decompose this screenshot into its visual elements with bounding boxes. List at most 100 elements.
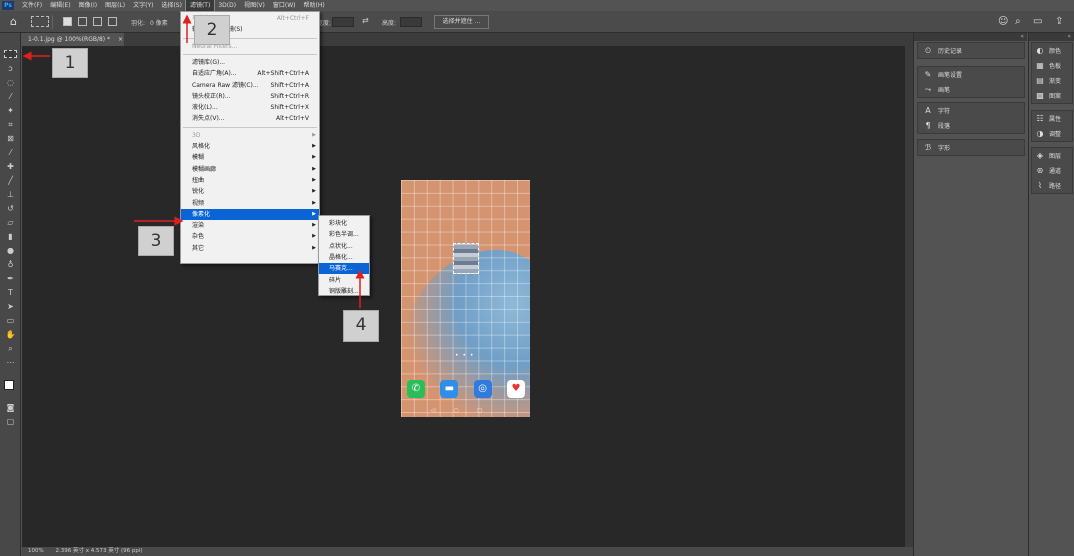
workspace-icon[interactable]: ▭ <box>1033 16 1042 27</box>
polygon-tool-icon[interactable]: ◌ <box>4 78 17 88</box>
gradient-tool-icon[interactable]: ▮ <box>4 232 17 242</box>
filter-menu-item[interactable]: 镜头校正(R)... Shift+Ctrl+R <box>181 91 319 102</box>
search-icon[interactable]: ⌕ <box>1015 16 1021 27</box>
foreground-color-swatch[interactable] <box>4 380 14 390</box>
pixelate-submenu-item[interactable]: 点状化... <box>319 241 369 252</box>
panel-item[interactable]: ▤ 渐变 <box>1032 73 1072 88</box>
edit-toolbar-icon[interactable]: ⋯ <box>4 358 17 368</box>
quick-mask-icon[interactable]: ◙ <box>4 403 17 413</box>
dodge-tool-icon[interactable]: ♁ <box>4 260 17 270</box>
panel-item[interactable]: ✎ 画笔设置 <box>918 67 1024 82</box>
panel-collapse-right-icon[interactable]: « <box>1029 33 1074 41</box>
rectangular-marquee-tool-icon[interactable] <box>4 50 17 58</box>
panel-item[interactable]: ⤳ 画笔 <box>918 82 1024 97</box>
lasso-tool-icon[interactable]: ↄ <box>4 64 17 74</box>
menu-item[interactable]: 图像(I) <box>75 0 101 11</box>
document-image[interactable]: • • • ✆ ▬ ◎ ♥ ◁○▢ <box>401 180 530 417</box>
crop-tool-icon[interactable]: ⌗ <box>4 120 17 130</box>
pixelate-submenu-item[interactable]: 马赛克... <box>319 263 369 275</box>
panel-item[interactable]: ⌇ 路径 <box>1032 178 1072 193</box>
blur-tool-icon[interactable]: ● <box>4 246 17 256</box>
pen-tool-icon[interactable]: ✒ <box>4 274 17 284</box>
zoom-tool-icon[interactable]: ⌕ <box>4 344 17 354</box>
filter-menu-item[interactable]: 视频 ▶ <box>181 198 319 209</box>
user-icon[interactable]: ☺ <box>998 16 1008 27</box>
callout-3: 3 <box>138 226 174 256</box>
intersect-selection-icon[interactable] <box>108 17 117 26</box>
filter-menu-item[interactable]: 液化(L)... Shift+Ctrl+X <box>181 102 319 113</box>
subtract-selection-icon[interactable] <box>93 17 102 26</box>
hand-tool-icon[interactable]: ✋ <box>4 330 17 340</box>
new-selection-icon[interactable] <box>63 17 72 26</box>
filter-menu-item[interactable]: 杂色 ▶ <box>181 231 319 242</box>
menu-item[interactable]: 图层(L) <box>101 0 129 11</box>
pixelate-submenu-item[interactable]: 彩块化 <box>319 218 369 229</box>
filter-menu-item[interactable]: 像素化 ▶ <box>181 208 319 221</box>
filter-menu-item[interactable]: 锐化 ▶ <box>181 186 319 197</box>
close-tab-icon[interactable]: × <box>118 36 123 43</box>
marquee-tool-preset-icon[interactable] <box>31 16 49 27</box>
menu-item[interactable]: 3D(D) <box>214 0 240 11</box>
panel-item[interactable]: ◈ 图层 <box>1032 148 1072 163</box>
menu-item[interactable]: 帮助(H) <box>300 0 329 11</box>
type-tool-icon[interactable]: T <box>4 288 17 298</box>
magic-wand-tool-icon[interactable]: ✦ <box>4 106 17 116</box>
panel-item[interactable]: ◑ 调整 <box>1032 126 1072 141</box>
share-icon[interactable]: ⇪ <box>1055 16 1063 27</box>
panel-item[interactable]: ¶ 段落 <box>918 118 1024 133</box>
clone-stamp-tool-icon[interactable]: ⊥ <box>4 190 17 200</box>
status-zoom[interactable]: 100% <box>28 548 44 554</box>
screen-mode-icon[interactable]: ▢ <box>4 417 17 427</box>
filter-menu-item[interactable]: 模糊 ▶ <box>181 152 319 163</box>
pixelate-submenu-item[interactable]: 铜版雕刻... <box>319 286 369 297</box>
eraser-tool-icon[interactable]: ▱ <box>4 218 17 228</box>
menu-item[interactable]: 视图(V) <box>240 0 269 11</box>
healing-brush-tool-icon[interactable]: ✚ <box>4 162 17 172</box>
vertical-scrollbar[interactable] <box>905 46 913 547</box>
rectangle-tool-icon[interactable]: ▭ <box>4 316 17 326</box>
panel-item[interactable]: ☷ 属性 <box>1032 111 1072 126</box>
home-icon[interactable]: ⌂ <box>10 16 22 27</box>
filter-menu-item[interactable]: 自适应广角(A)... Alt+Shift+Ctrl+A <box>181 68 319 79</box>
menu-item[interactable]: 文字(Y) <box>129 0 157 11</box>
feather-label: 羽化: <box>131 20 146 27</box>
pixelate-submenu-item[interactable]: 彩色半调... <box>319 229 369 240</box>
document-tab[interactable]: 1-0.1.jpg @ 100%(RGB/8) * × <box>22 33 124 46</box>
panel-item[interactable]: A 字符 <box>918 103 1024 118</box>
quick-selection-tool-icon[interactable]: ⁄ <box>4 92 17 102</box>
path-selection-tool-icon[interactable]: ➤ <box>4 302 17 312</box>
menu-item[interactable]: 编辑(E) <box>46 0 74 11</box>
panel-item[interactable]: ℬ 字形 <box>918 140 1024 155</box>
panel-item[interactable]: ◐ 颜色 <box>1032 43 1072 58</box>
filter-menu-item[interactable]: 模糊画廊 ▶ <box>181 164 319 175</box>
panel-collapse-icon[interactable]: « <box>914 33 1027 41</box>
panel-item[interactable]: ▦ 色板 <box>1032 58 1072 73</box>
filter-menu-item[interactable]: Camera Raw 滤镜(C)... Shift+Ctrl+A <box>181 80 319 91</box>
swap-icon[interactable]: ⇄ <box>362 16 369 25</box>
panel-item[interactable]: ▩ 图案 <box>1032 88 1072 103</box>
feather-input[interactable]: 0 像素 <box>150 18 168 27</box>
filter-menu-item[interactable]: 扭曲 ▶ <box>181 175 319 186</box>
menu-item[interactable]: 选择(S) <box>157 0 186 11</box>
filter-menu-item[interactable]: 风格化 ▶ <box>181 141 319 152</box>
menu-item[interactable]: 文件(F) <box>18 0 46 11</box>
height-input[interactable] <box>400 17 422 27</box>
brush-tool-icon[interactable]: ╱ <box>4 176 17 186</box>
history-brush-tool-icon[interactable]: ↺ <box>4 204 17 214</box>
pixelate-submenu-item[interactable]: 晶格化... <box>319 252 369 263</box>
filter-menu-item[interactable]: 消失点(V)... Alt+Ctrl+V <box>181 113 319 124</box>
panel-item[interactable]: ⏲ 历史记录 <box>918 43 1024 58</box>
panel-item[interactable]: ⊛ 通道 <box>1032 163 1072 178</box>
mosaic-selection[interactable] <box>453 243 479 274</box>
select-and-mask-button[interactable]: 选择并遮住 ... <box>434 15 489 29</box>
frame-tool-icon[interactable]: ⊠ <box>4 134 17 144</box>
filter-menu-item[interactable]: 渲染 ▶ <box>181 220 319 231</box>
eyedropper-tool-icon[interactable]: ⁄ <box>4 148 17 158</box>
width-input[interactable] <box>332 17 354 27</box>
menu-item[interactable]: 滤镜(T) <box>184 0 216 12</box>
pixelate-submenu-item[interactable]: 碎片 <box>319 275 369 286</box>
filter-menu-item[interactable]: 滤镜库(G)... <box>181 57 319 68</box>
add-selection-icon[interactable] <box>78 17 87 26</box>
menu-item[interactable]: 窗口(W) <box>269 0 300 11</box>
filter-menu-item[interactable]: 其它 ▶ <box>181 243 319 254</box>
